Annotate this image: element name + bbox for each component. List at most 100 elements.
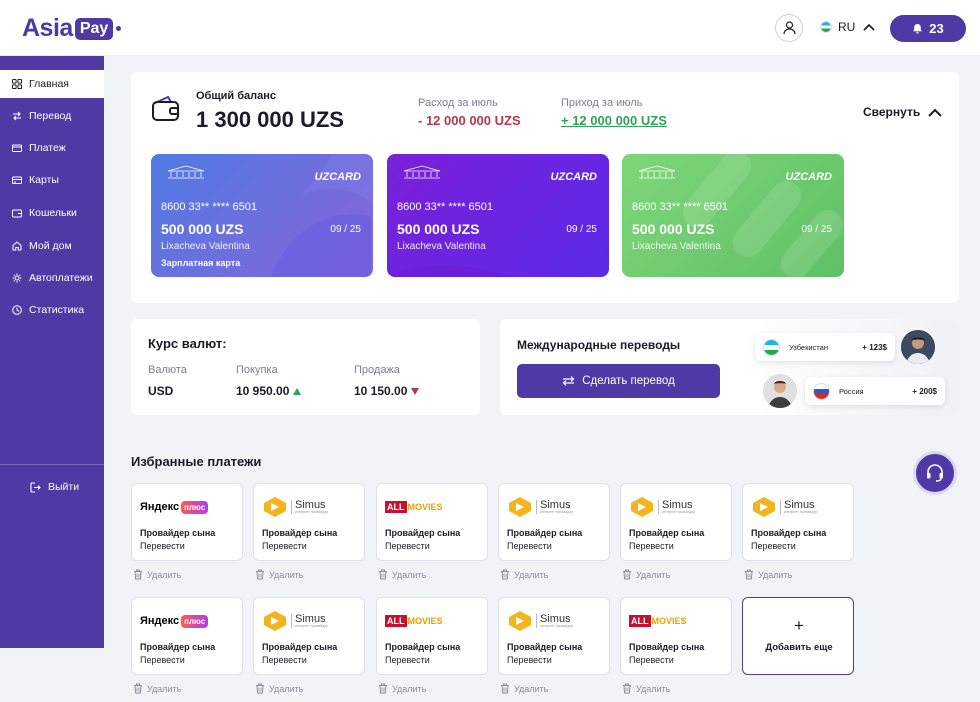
income-value[interactable]: + 12 000 000 UZS [561, 113, 667, 128]
payment-action: Перевести [385, 655, 430, 665]
favorite-payment-card[interactable]: Simus интернет провайдер Провайдер сына Пер… [498, 597, 610, 675]
card-holder: Lixacheva Valentina [161, 241, 250, 252]
delete-favorite-button[interactable]: Удалить [255, 683, 303, 694]
delete-favorite-button[interactable]: Удалить [622, 569, 670, 580]
logout-button[interactable]: Выйти [30, 481, 79, 493]
payment-action: Перевести [262, 541, 307, 551]
simus-tagline: интернет провайдер [295, 509, 329, 514]
payment-title: Провайдер сына [629, 528, 705, 538]
profile-button[interactable] [775, 14, 803, 42]
payment-action: Перевести [385, 541, 430, 551]
provider-logo: ALL MOVIES [385, 496, 443, 518]
payment-title: Провайдер сына [629, 642, 705, 652]
logout-label: Выйти [48, 481, 80, 493]
bank-card[interactable]: UZCARD 8600 33** **** 6501 500 000 UZS 0… [387, 154, 609, 277]
delete-favorite-button[interactable]: Удалить [744, 569, 792, 580]
sidebar-item-label: Платеж [29, 142, 66, 154]
delete-favorite-button[interactable]: Удалить [378, 569, 426, 580]
simus-logo-icon [509, 611, 531, 631]
card-expiry: 09 / 25 [330, 224, 361, 235]
payment-title: Провайдер сына [507, 528, 583, 538]
favorite-payment-card[interactable]: Яндекс плюс Провайдер сына Перевести [131, 597, 243, 675]
simus-logo-icon [753, 497, 775, 517]
payment-title: Провайдер сына [140, 642, 216, 652]
card-number: 8600 33** **** 6501 [632, 201, 729, 213]
delete-favorite-button[interactable]: Удалить [255, 569, 303, 580]
logo-badge: Pay [74, 17, 114, 40]
payment-action: Перевести [751, 541, 796, 551]
payment-action: Перевести [507, 655, 552, 665]
sidebar-item-home[interactable]: Главная [0, 70, 104, 98]
rates-buy-value: 10 950.00 [236, 384, 290, 398]
pill-amount: + 200$ [912, 386, 937, 396]
bank-card[interactable]: UZCARD 8600 33** **** 6501 500 000 UZS 0… [151, 154, 373, 277]
delete-favorite-button[interactable]: Удалить [500, 569, 548, 580]
simus-logo-text: Simus интернет провайдер [536, 613, 573, 629]
favorite-payment-card[interactable]: ALL MOVIES Провайдер сына Перевести [620, 597, 732, 675]
bank-building-icon [403, 165, 441, 179]
delete-favorite-button[interactable]: Удалить [378, 683, 426, 694]
trash-icon [256, 569, 264, 580]
favorite-payment-card[interactable]: Simus интернет провайдер Провайдер сына Пер… [620, 483, 732, 561]
delete-favorite-button[interactable]: Удалить [133, 569, 181, 580]
language-selector[interactable]: RU [820, 20, 875, 34]
payment-title: Провайдер сына [751, 528, 827, 538]
sidebar-item-statistics[interactable]: Статистика [0, 296, 104, 324]
sidebar-item-wallets[interactable]: Кошельки [0, 199, 104, 227]
headset-icon [927, 464, 943, 482]
provider-logo: Simus интернет провайдер [629, 496, 695, 518]
rates-header-buy: Покупка [236, 364, 278, 376]
favorite-payment-card[interactable]: Simus интернет провайдер Провайдер сына Пер… [742, 483, 854, 561]
language-label: RU [838, 20, 856, 34]
delete-favorite-button[interactable]: Удалить [622, 683, 670, 694]
card-brand: UZCARD [314, 171, 361, 183]
sidebar-item-label: Автоплатежи [29, 272, 93, 284]
favorite-payment-card[interactable]: Simus интернет провайдер Провайдер сына Пер… [498, 483, 610, 561]
notifications-count: 23 [929, 21, 944, 36]
allmovies-logo-movies: MOVIES [407, 616, 443, 626]
simus-logo-icon [264, 497, 286, 517]
sidebar-item-transfer[interactable]: Перевод [0, 102, 104, 130]
transfer-pill-russia: Россия + 200$ [805, 377, 945, 405]
sidebar-item-my-home[interactable]: Мой дом [0, 232, 104, 260]
favorite-payment-card[interactable]: ALL MOVIES Провайдер сына Перевести [376, 597, 488, 675]
sidebar-item-label: Карты [29, 174, 59, 186]
add-more-button[interactable]: + Добавить еще [742, 597, 854, 675]
payment-title: Провайдер сына [262, 642, 338, 652]
rates-header-currency: Валюта [148, 364, 187, 376]
make-transfer-button[interactable]: Сделать перевод [517, 364, 720, 398]
sidebar-item-autopay[interactable]: Автоплатежи [0, 264, 104, 292]
chevron-up-icon [928, 108, 942, 117]
rates-sell-value: 10 150.00 [354, 384, 408, 398]
bank-card[interactable]: UZCARD 8600 33** **** 6501 500 000 UZS 0… [622, 154, 844, 277]
international-transfers-panel: Международные переводы Сделать перевод У… [500, 319, 959, 415]
rates-header-sell: Продажа [354, 364, 400, 376]
card-brand: UZCARD [785, 171, 832, 183]
support-button[interactable] [913, 451, 957, 495]
delete-label: Удалить [514, 683, 549, 694]
simus-logo-icon [264, 611, 286, 631]
trash-icon [623, 569, 631, 580]
favorite-payment-card[interactable]: Simus интернет провайдер Провайдер сына Пер… [253, 597, 365, 675]
notifications-button[interactable]: 23 [890, 15, 966, 42]
trash-icon [379, 683, 387, 694]
sidebar-item-payment[interactable]: Платеж [0, 134, 104, 162]
favorite-payment-card[interactable]: Simus интернет провайдер Провайдер сына Пер… [253, 483, 365, 561]
trash-icon [501, 569, 509, 580]
trash-icon [623, 683, 631, 694]
collapse-button[interactable]: Свернуть [863, 105, 942, 119]
delete-favorite-button[interactable]: Удалить [500, 683, 548, 694]
favorite-payment-card[interactable]: ALL MOVIES Провайдер сына Перевести [376, 483, 488, 561]
rates-sell-cell: 10 150.00 [354, 384, 420, 398]
favorite-payment-card[interactable]: Яндекс плюс Провайдер сына Перевести [131, 483, 243, 561]
sidebar-item-cards[interactable]: Карты [0, 166, 104, 194]
payment-title: Провайдер сына [385, 528, 461, 538]
delete-favorite-button[interactable]: Удалить [133, 683, 181, 694]
payment-action: Перевести [140, 541, 185, 551]
uz-flag-icon [763, 338, 780, 356]
logo[interactable]: Asia Pay [22, 14, 122, 43]
expense-value: - 12 000 000 UZS [418, 113, 521, 128]
total-balance-value: 1 300 000 UZS [196, 107, 344, 132]
delete-label: Удалить [758, 569, 793, 580]
allmovies-logo: ALL MOVIES [385, 615, 443, 627]
